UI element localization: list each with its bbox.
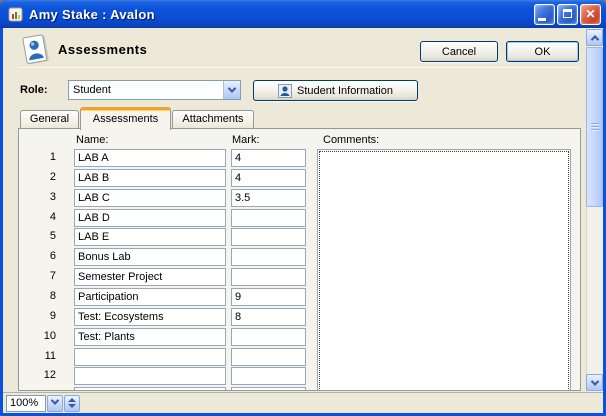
assessment-mark-input[interactable] bbox=[231, 209, 306, 227]
assessment-mark-input[interactable] bbox=[231, 288, 306, 306]
combo-dropdown-button[interactable] bbox=[223, 81, 240, 99]
zoom-spinner[interactable] bbox=[64, 395, 80, 412]
maximize-icon bbox=[563, 9, 572, 18]
assessment-name-input[interactable] bbox=[74, 228, 226, 246]
scroll-up-button[interactable] bbox=[586, 29, 603, 46]
header-separator bbox=[18, 67, 579, 68]
assessment-mark-input[interactable] bbox=[231, 248, 306, 266]
assessment-mark-input[interactable] bbox=[231, 149, 306, 167]
assessment-mark-input[interactable] bbox=[231, 189, 306, 207]
assessment-name-input[interactable] bbox=[74, 248, 226, 266]
row-number: 13 bbox=[25, 389, 56, 391]
row-number: 3 bbox=[25, 191, 56, 203]
assessment-mark-input[interactable] bbox=[231, 268, 306, 286]
student-information-button[interactable]: Student Information bbox=[253, 80, 418, 101]
row-number: 4 bbox=[25, 211, 56, 223]
row-number: 10 bbox=[25, 330, 56, 342]
name-column-header: Name: bbox=[76, 134, 108, 146]
close-icon: ✕ bbox=[585, 7, 595, 21]
row-number: 8 bbox=[25, 290, 56, 302]
row-number: 7 bbox=[25, 270, 56, 282]
dialog-window: Amy Stake : Avalon ✕ Assessments Cancel … bbox=[0, 0, 606, 416]
assessment-mark-input[interactable] bbox=[231, 367, 306, 385]
scroll-down-button[interactable] bbox=[586, 374, 603, 391]
vertical-scrollbar[interactable] bbox=[586, 28, 603, 392]
assessment-mark-input[interactable] bbox=[231, 228, 306, 246]
row-number: 1 bbox=[25, 151, 56, 163]
comments-header: Comments: bbox=[323, 134, 379, 146]
minimize-button[interactable] bbox=[534, 4, 555, 25]
assessment-mark-input[interactable] bbox=[231, 348, 306, 366]
titlebar[interactable]: Amy Stake : Avalon ✕ bbox=[0, 0, 606, 28]
assessment-name-input[interactable] bbox=[74, 387, 226, 391]
comments-textarea[interactable] bbox=[319, 151, 569, 391]
assessments-panel: Name: Mark: Comments: 12345678910111213 bbox=[18, 128, 581, 391]
ok-button[interactable]: OK bbox=[506, 41, 579, 62]
assessment-name-input[interactable] bbox=[74, 328, 226, 346]
status-bar: 100% bbox=[3, 392, 603, 413]
app-icon bbox=[7, 6, 24, 23]
chevron-down-icon bbox=[590, 377, 598, 385]
mark-column-header: Mark: bbox=[232, 134, 260, 146]
assessment-mark-input[interactable] bbox=[231, 328, 306, 346]
row-number: 6 bbox=[25, 250, 56, 262]
assessment-name-input[interactable] bbox=[74, 348, 226, 366]
person-icon bbox=[278, 84, 292, 98]
comments-box bbox=[317, 149, 571, 391]
row-number: 11 bbox=[25, 350, 56, 362]
assessment-name-input[interactable] bbox=[74, 149, 226, 167]
row-number: 12 bbox=[25, 369, 56, 381]
window-title: Amy Stake : Avalon bbox=[29, 7, 534, 22]
row-number: 5 bbox=[25, 230, 56, 242]
cancel-button[interactable]: Cancel bbox=[420, 41, 498, 62]
scrollbar-thumb[interactable] bbox=[586, 47, 603, 207]
assessment-name-input[interactable] bbox=[74, 288, 226, 306]
assessment-name-input[interactable] bbox=[74, 189, 226, 207]
scrollbar-grip-icon bbox=[591, 123, 599, 131]
row-number: 2 bbox=[25, 171, 56, 183]
assessment-name-input[interactable] bbox=[74, 367, 226, 385]
close-button[interactable]: ✕ bbox=[580, 4, 601, 25]
tab-general[interactable]: General bbox=[20, 110, 79, 129]
student-information-label: Student Information bbox=[297, 85, 393, 97]
assessment-mark-input[interactable] bbox=[231, 387, 306, 391]
zoom-dropdown-button[interactable] bbox=[47, 395, 63, 412]
role-label: Role: bbox=[20, 84, 48, 96]
assessment-mark-input[interactable] bbox=[231, 169, 306, 187]
assessment-mark-input[interactable] bbox=[231, 308, 306, 326]
row-number: 9 bbox=[25, 310, 56, 322]
assessment-name-input[interactable] bbox=[74, 308, 226, 326]
zoom-level-field[interactable]: 100% bbox=[6, 395, 46, 412]
assessments-person-icon bbox=[18, 34, 54, 66]
spinner-down-icon bbox=[68, 404, 76, 408]
chevron-down-icon bbox=[51, 396, 59, 404]
maximize-button[interactable] bbox=[557, 4, 578, 25]
role-selected-value: Student bbox=[69, 84, 223, 96]
chevron-down-icon bbox=[228, 84, 236, 92]
tab-assessments[interactable]: Assessments bbox=[80, 107, 171, 130]
page-title: Assessments bbox=[58, 42, 147, 57]
spinner-up-icon bbox=[68, 398, 76, 402]
minimize-icon bbox=[538, 18, 546, 21]
assessment-name-input[interactable] bbox=[74, 268, 226, 286]
assessment-name-input[interactable] bbox=[74, 209, 226, 227]
tab-attachments[interactable]: Attachments bbox=[172, 110, 254, 129]
dialog-body: Assessments Cancel OK Role: Student Stud… bbox=[3, 28, 603, 392]
chevron-up-icon bbox=[590, 35, 598, 43]
assessment-name-input[interactable] bbox=[74, 169, 226, 187]
role-select[interactable]: Student bbox=[68, 80, 241, 100]
